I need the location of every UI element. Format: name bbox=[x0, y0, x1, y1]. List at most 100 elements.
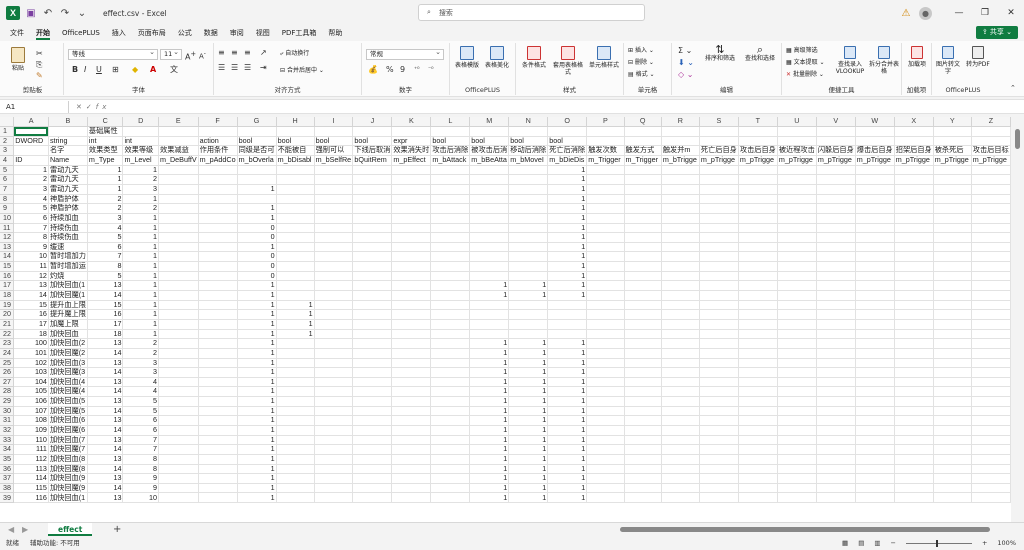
cell[interactable]: 1 bbox=[87, 165, 124, 176]
cell[interactable] bbox=[158, 319, 199, 330]
cell[interactable] bbox=[971, 251, 1011, 263]
cell[interactable] bbox=[933, 174, 972, 185]
cell[interactable] bbox=[855, 338, 895, 349]
cell[interactable]: 5 bbox=[87, 232, 124, 243]
cell[interactable]: 1 bbox=[276, 319, 315, 330]
cell[interactable]: 1 bbox=[547, 338, 588, 349]
customize-qat-icon[interactable]: ⌄ bbox=[76, 7, 88, 19]
cell[interactable] bbox=[894, 473, 934, 484]
cell[interactable]: 1 bbox=[508, 406, 549, 417]
cell[interactable] bbox=[699, 194, 739, 205]
cell[interactable] bbox=[314, 329, 354, 340]
cell[interactable]: 14 bbox=[87, 290, 124, 301]
cell[interactable] bbox=[352, 232, 393, 243]
cell[interactable] bbox=[158, 165, 199, 176]
cell[interactable] bbox=[237, 126, 277, 137]
cell[interactable] bbox=[699, 377, 739, 388]
cell[interactable] bbox=[661, 136, 700, 147]
cell[interactable] bbox=[816, 242, 856, 253]
cell[interactable] bbox=[391, 454, 432, 465]
cell[interactable]: 1 bbox=[508, 454, 549, 465]
cell[interactable]: 1 bbox=[547, 223, 588, 234]
cell[interactable] bbox=[738, 271, 778, 282]
cell[interactable] bbox=[894, 271, 934, 282]
cell[interactable] bbox=[933, 126, 972, 137]
cell[interactable]: 1 bbox=[469, 280, 510, 292]
cell[interactable] bbox=[430, 126, 471, 137]
find-select-button[interactable]: ⌕ 查找和选择 bbox=[740, 44, 780, 62]
cell[interactable]: 16 bbox=[13, 309, 49, 320]
cell[interactable]: m_pTrigge bbox=[933, 155, 972, 166]
cell[interactable] bbox=[352, 396, 393, 407]
cell[interactable]: int bbox=[87, 136, 124, 147]
cell[interactable]: 8 bbox=[13, 232, 49, 243]
cell[interactable] bbox=[661, 338, 700, 349]
cell[interactable] bbox=[391, 415, 432, 426]
cell[interactable]: 13 bbox=[87, 338, 124, 349]
cell[interactable] bbox=[352, 386, 393, 398]
cell[interactable] bbox=[469, 261, 510, 272]
cell[interactable] bbox=[430, 435, 471, 446]
cell[interactable]: 13 bbox=[87, 473, 124, 484]
cell[interactable] bbox=[158, 367, 199, 378]
cell[interactable]: 1 bbox=[469, 348, 510, 359]
accounting-icon[interactable]: 💰 bbox=[368, 65, 378, 75]
cell[interactable] bbox=[314, 425, 354, 436]
cell[interactable] bbox=[624, 415, 662, 426]
cell[interactable] bbox=[816, 329, 856, 340]
cell[interactable]: 提升血上限 bbox=[48, 300, 88, 311]
wrap-text-button[interactable]: ⤶ 自动换行 bbox=[280, 50, 309, 57]
cell[interactable] bbox=[198, 396, 238, 407]
cell[interactable] bbox=[738, 464, 778, 475]
cell[interactable]: 1 bbox=[547, 454, 588, 465]
cell[interactable] bbox=[314, 473, 354, 484]
row-header[interactable]: 3 bbox=[0, 145, 15, 157]
cell[interactable] bbox=[624, 483, 662, 494]
cell[interactable] bbox=[314, 213, 354, 224]
row-header[interactable]: 38 bbox=[0, 483, 15, 494]
cell[interactable] bbox=[469, 329, 510, 340]
cell[interactable] bbox=[699, 136, 739, 147]
cell[interactable]: 加快回血(1 bbox=[48, 492, 88, 504]
cell[interactable] bbox=[777, 165, 817, 176]
table-template-button[interactable]: 表格模版 bbox=[452, 46, 482, 69]
cell[interactable] bbox=[777, 358, 817, 369]
cell[interactable]: 缓速 bbox=[48, 242, 88, 253]
cell[interactable]: 神盾护体 bbox=[48, 194, 88, 205]
cell[interactable] bbox=[391, 280, 432, 292]
cell[interactable] bbox=[624, 280, 662, 292]
cell[interactable] bbox=[971, 473, 1011, 484]
cell[interactable] bbox=[933, 406, 972, 417]
cell[interactable]: 13 bbox=[87, 358, 124, 369]
cell[interactable]: 加快回魔(1 bbox=[48, 290, 88, 301]
cell[interactable] bbox=[586, 290, 625, 301]
cell[interactable]: 1 bbox=[122, 194, 159, 205]
cell[interactable] bbox=[314, 300, 354, 311]
row-header[interactable]: 30 bbox=[0, 406, 15, 417]
cell[interactable] bbox=[624, 329, 662, 340]
cell[interactable]: 4 bbox=[13, 194, 49, 205]
cell[interactable]: 1 bbox=[237, 425, 277, 436]
cell[interactable]: 13 bbox=[87, 435, 124, 446]
cell[interactable] bbox=[430, 377, 471, 388]
cell[interactable]: m_pTrigge bbox=[855, 155, 895, 166]
cell[interactable] bbox=[352, 126, 393, 137]
cell[interactable] bbox=[586, 242, 625, 253]
cell[interactable] bbox=[158, 261, 199, 272]
column-header[interactable]: V bbox=[816, 117, 856, 128]
cell[interactable] bbox=[158, 386, 199, 398]
cell[interactable] bbox=[894, 425, 934, 436]
vertical-scrollbar[interactable] bbox=[1011, 117, 1024, 522]
cell[interactable] bbox=[198, 174, 238, 185]
cell[interactable] bbox=[469, 319, 510, 330]
cell[interactable]: 被近程攻击 bbox=[777, 145, 817, 157]
cell[interactable] bbox=[855, 290, 895, 301]
cell[interactable] bbox=[894, 415, 934, 426]
cell[interactable] bbox=[894, 184, 934, 195]
cell[interactable]: 招架后自身 bbox=[894, 145, 934, 157]
cell[interactable]: 暂时增加力 bbox=[48, 251, 88, 263]
cell[interactable] bbox=[276, 473, 315, 484]
cell[interactable] bbox=[777, 242, 817, 253]
cell[interactable] bbox=[276, 165, 315, 176]
column-header[interactable]: R bbox=[661, 117, 700, 128]
